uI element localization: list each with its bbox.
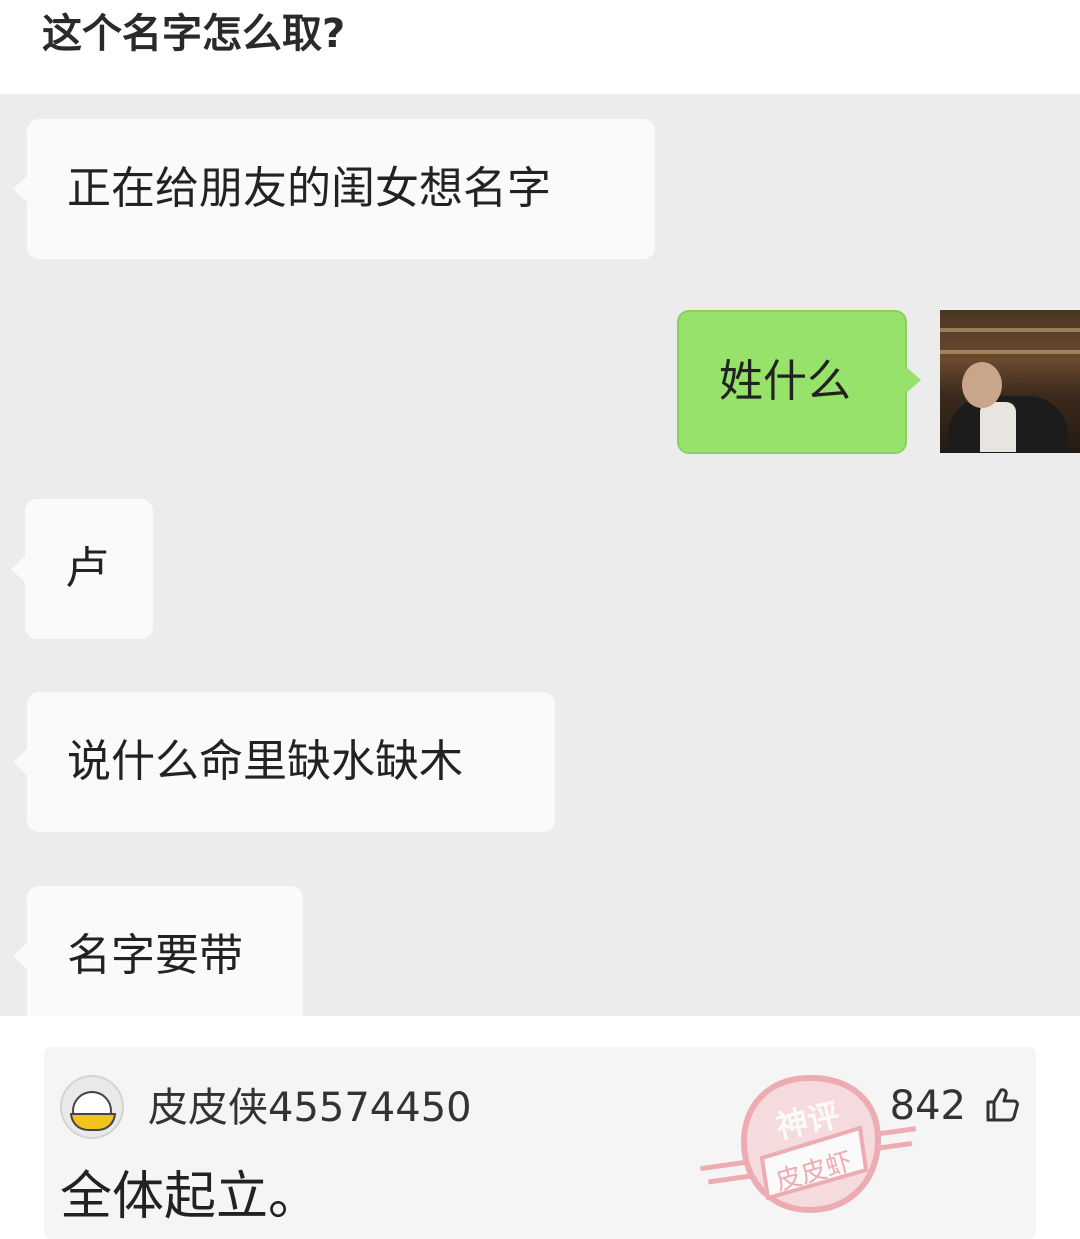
message-bubble-received: 正在给朋友的闺女想名字 <box>13 119 655 259</box>
post-page: 这个名字怎么取? 正在给朋友的闺女想名字 姓什么 卢 说什么命里缺水缺木 名字要… <box>0 0 1080 1239</box>
commenter-avatar[interactable] <box>60 1075 124 1139</box>
watermark-stamp: 神评 皮皮虾 <box>700 1074 917 1214</box>
message-bubble-received: 卢 <box>11 499 153 639</box>
sender-avatar <box>940 310 1080 453</box>
commenter-username[interactable]: 皮皮侠45574450 <box>148 1083 472 1133</box>
thumbs-up-icon[interactable] <box>982 1085 1022 1125</box>
message-bubble-received: 名字要带 <box>13 886 303 1016</box>
message-bubble-sent: 姓什么 <box>677 310 921 454</box>
comment-text: 全体起立。 <box>60 1167 321 1227</box>
post-title: 这个名字怎么取? <box>42 11 346 57</box>
chat-screenshot[interactable]: 正在给朋友的闺女想名字 姓什么 卢 说什么命里缺水缺木 名字要带 <box>0 94 1080 1016</box>
message-bubble-received: 说什么命里缺水缺木 <box>13 692 555 832</box>
